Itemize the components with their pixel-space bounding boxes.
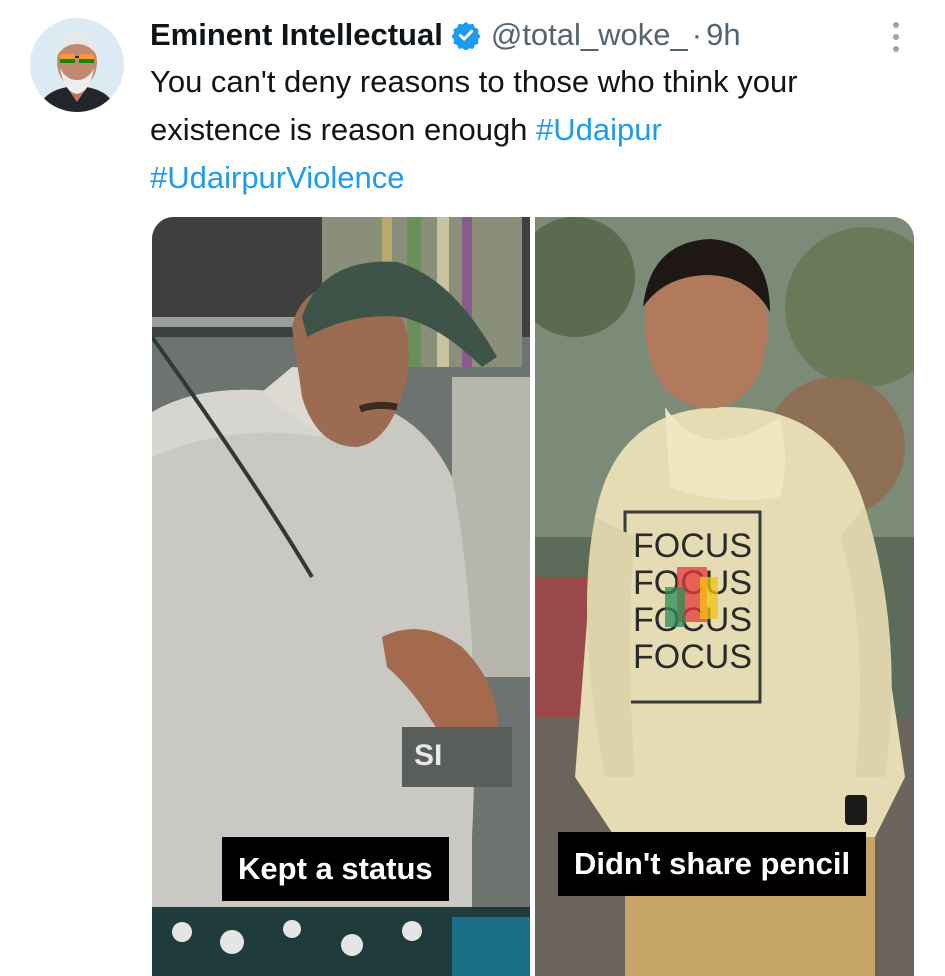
shop-sign-text: SI (414, 739, 442, 772)
left-caption: Kept a status (222, 837, 449, 901)
author-handle[interactable]: @total_woke_ (491, 17, 688, 53)
right-caption: Didn't share pencil (558, 832, 867, 896)
tweet-header: Eminent Intellectual @total_woke_ · 9h (150, 12, 850, 58)
hoodie-text-line-4: FOCUS (633, 638, 752, 676)
verified-badge-icon (451, 20, 481, 51)
media-photo-right[interactable]: FOCUS FOCUS FOCUS FOCUS Didn't share pen… (535, 217, 914, 976)
tweet-timestamp[interactable]: 9h (706, 17, 740, 53)
hoodie-text-line-1: FOCUS (633, 527, 752, 565)
hashtag-link[interactable]: #Udaipur (536, 112, 662, 147)
author-avatar[interactable] (30, 18, 124, 112)
media-photo-left[interactable]: SI Kept a status (152, 217, 530, 976)
avatar-image (30, 18, 124, 112)
more-options-icon[interactable] (884, 20, 908, 54)
tweet-text: You can't deny reasons to those who thin… (150, 58, 890, 202)
tweet-media[interactable]: SI Kept a status FOCUS FOCUS FOCUS FOCUS (152, 217, 914, 976)
hashtag-link[interactable]: #UdairpurViolence (150, 160, 404, 195)
separator: · (691, 17, 703, 52)
tweet-body: You can't deny reasons to those who thin… (150, 64, 798, 147)
author-name[interactable]: Eminent Intellectual (150, 17, 443, 53)
